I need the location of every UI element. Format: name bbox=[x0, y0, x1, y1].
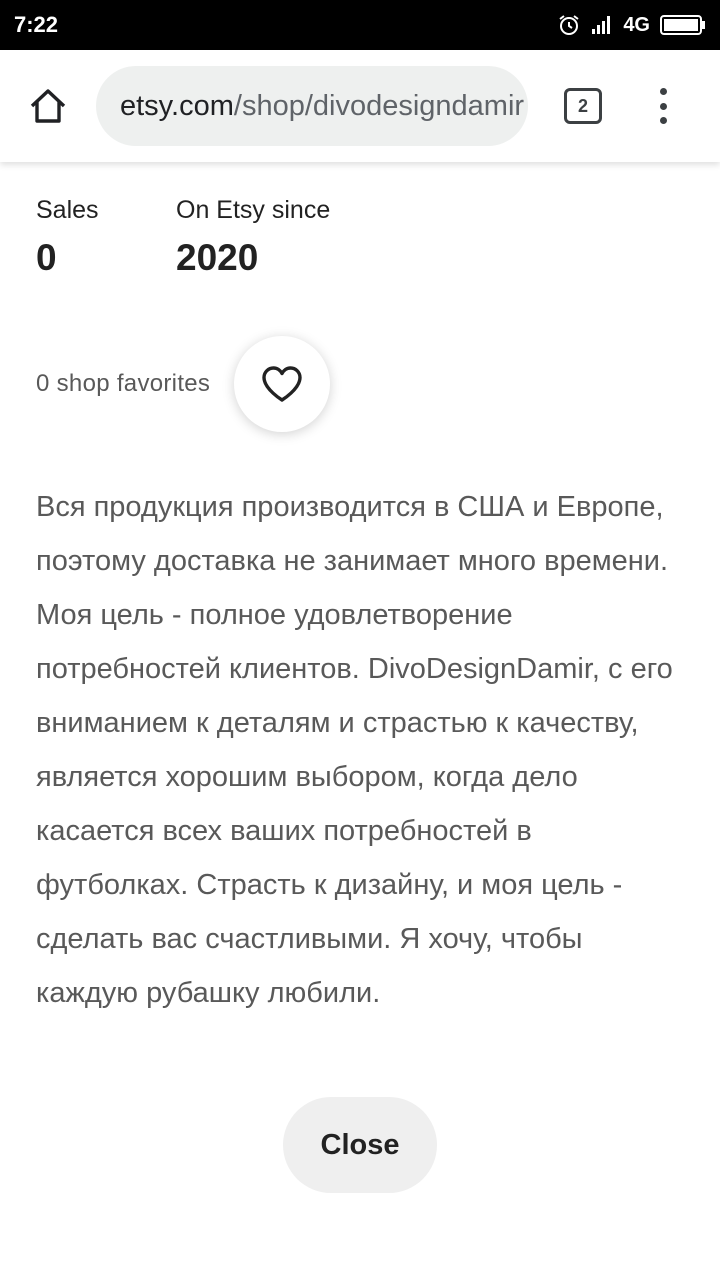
favorites-count: 0 shop favorites bbox=[36, 370, 211, 397]
url-domain: etsy.com bbox=[120, 89, 234, 122]
since-stat: On Etsy since 2020 bbox=[176, 196, 330, 279]
network-type: 4G bbox=[623, 13, 650, 36]
signal-icon bbox=[591, 15, 613, 35]
sales-value: 0 bbox=[36, 237, 57, 278]
home-button[interactable] bbox=[22, 80, 74, 132]
sales-stat: Sales 0 bbox=[36, 196, 99, 279]
favorite-shop-button[interactable] bbox=[234, 336, 331, 432]
url-bar[interactable]: etsy.com/shop/divodesigndamir bbox=[96, 66, 528, 146]
tab-switcher-button[interactable]: 2 bbox=[564, 88, 602, 124]
shop-description: Вся продукция производится в США и Европ… bbox=[36, 491, 673, 1009]
browser-toolbar: etsy.com/shop/divodesigndamir 2 bbox=[0, 50, 720, 162]
favorites-row: 0 shop favorites bbox=[36, 336, 331, 432]
alarm-icon bbox=[557, 13, 581, 37]
menu-dot bbox=[659, 88, 667, 95]
status-icons: 4G bbox=[557, 13, 706, 37]
menu-dot bbox=[659, 102, 667, 110]
sales-label: Sales bbox=[36, 196, 99, 224]
close-button[interactable]: Close bbox=[283, 1097, 437, 1193]
home-icon bbox=[30, 89, 66, 123]
more-vert-icon[interactable] bbox=[648, 82, 678, 130]
url-path: /shop/divodesigndamir bbox=[233, 89, 525, 122]
status-bar: 7:22 4G bbox=[0, 0, 720, 50]
menu-dot bbox=[659, 117, 667, 124]
since-value: 2020 bbox=[176, 237, 259, 278]
status-time: 7:22 bbox=[14, 12, 59, 37]
since-label: On Etsy since bbox=[176, 196, 331, 224]
battery-icon bbox=[660, 14, 706, 36]
heart-icon bbox=[262, 366, 302, 402]
